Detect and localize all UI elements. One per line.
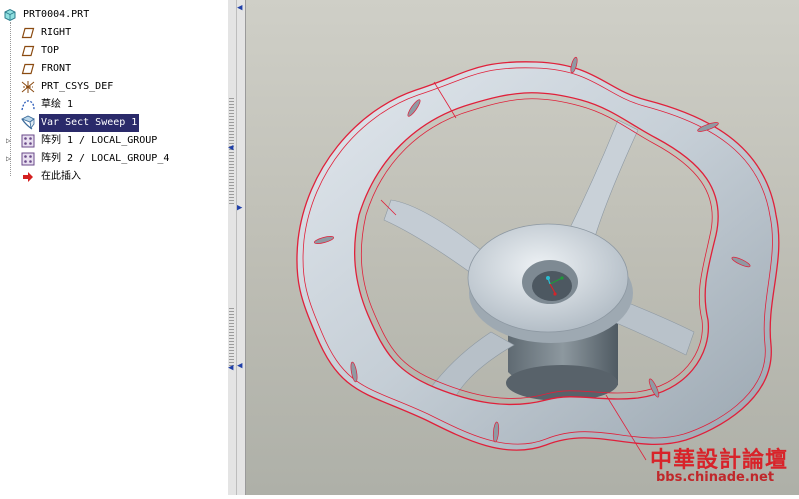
- tree-item-csys[interactable]: PRT_CSYS_DEF: [20, 78, 115, 96]
- tree-item-insert-here[interactable]: 在此插入: [20, 168, 83, 186]
- expand-right-arrow-icon[interactable]: ▶: [237, 204, 242, 213]
- tree-root-label: PRT0004.PRT: [23, 9, 90, 20]
- tree-item-top[interactable]: TOP: [20, 42, 61, 60]
- tree-guide: [10, 22, 11, 176]
- model-render: [296, 56, 780, 461]
- tree-item-label: Var Sect Sweep 1: [39, 114, 140, 132]
- model-tree[interactable]: PRT0004.PRT RIGHT TOP FRONT PRT_CSYS_DEF: [0, 0, 229, 495]
- tree-item-label: 阵列 1 / LOCAL_GROUP: [41, 135, 158, 146]
- tree-item-label: FRONT: [41, 63, 72, 74]
- graphics-viewport[interactable]: [246, 0, 799, 495]
- insert-here-arrow-icon: [20, 169, 36, 185]
- datum-plane-icon: [20, 43, 36, 59]
- expand-arrow-icon[interactable]: ▷: [6, 155, 14, 163]
- datum-plane-icon: [20, 25, 36, 41]
- tree-item-sketch[interactable]: 草绘 1: [20, 96, 75, 114]
- collapse-left-arrow-icon[interactable]: ◀: [237, 4, 242, 13]
- sweep-feature-icon: [20, 115, 36, 131]
- sketch-icon: [20, 97, 36, 113]
- watermark: 中華設計論壇 bbs.chinade.net: [648, 440, 799, 495]
- collapse-left-arrow-icon[interactable]: ◀: [228, 364, 233, 373]
- tree-item-label: TOP: [41, 45, 60, 56]
- expand-arrow-icon[interactable]: ▷: [6, 137, 14, 145]
- tree-item-right[interactable]: RIGHT: [20, 24, 73, 42]
- watermark-url: bbs.chinade.net: [656, 470, 775, 485]
- datum-plane-icon: [20, 61, 36, 77]
- panel-splitter[interactable]: ◀ ◀: [228, 0, 237, 495]
- panel-splitter-secondary[interactable]: ◀ ▶ ◀: [237, 0, 246, 495]
- tree-root[interactable]: PRT0004.PRT: [2, 6, 91, 24]
- tree-item-label: 阵列 2 / LOCAL_GROUP_4: [41, 153, 170, 164]
- tree-item-pattern-1[interactable]: 阵列 1 / LOCAL_GROUP: [20, 132, 159, 150]
- tree-item-label: 草绘 1: [41, 99, 74, 110]
- pattern-icon: [20, 133, 36, 149]
- coordinate-system-icon: [20, 79, 36, 95]
- tree-item-pattern-2[interactable]: 阵列 2 / LOCAL_GROUP_4: [20, 150, 171, 168]
- collapse-left-arrow-icon[interactable]: ◀: [228, 144, 233, 153]
- tree-item-label: 在此插入: [41, 171, 81, 182]
- collapse-left-arrow-icon[interactable]: ◀: [237, 362, 242, 371]
- tree-item-var-sect-sweep[interactable]: Var Sect Sweep 1: [20, 114, 140, 132]
- tree-item-label: RIGHT: [41, 27, 72, 38]
- pattern-icon: [20, 151, 36, 167]
- splitter-grip: [229, 308, 234, 368]
- part-icon: [2, 7, 18, 23]
- tree-item-label: PRT_CSYS_DEF: [41, 81, 114, 92]
- tree-item-front[interactable]: FRONT: [20, 60, 73, 78]
